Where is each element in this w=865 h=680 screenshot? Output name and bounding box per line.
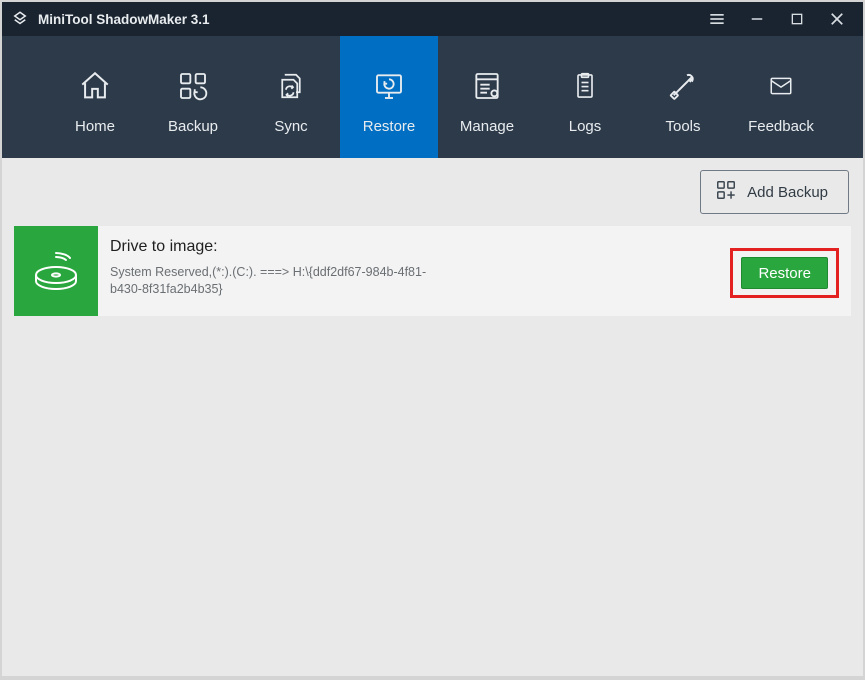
close-icon[interactable]	[817, 2, 857, 36]
app-window: MiniTool ShadowMaker 3.1 Home Backup	[2, 2, 863, 676]
restore-highlight: Restore	[730, 248, 839, 298]
toolbar: Add Backup	[14, 158, 851, 226]
menu-icon[interactable]	[697, 2, 737, 36]
nav-label: Feedback	[748, 118, 814, 135]
nav-logs[interactable]: Logs	[536, 36, 634, 158]
feedback-icon	[764, 68, 798, 104]
nav-label: Manage	[460, 118, 514, 135]
nav-home[interactable]: Home	[46, 36, 144, 158]
main-nav: Home Backup Sync Restore Manage	[2, 36, 863, 158]
entry-detail: System Reserved,(*:).(C:). ===> H:\{ddf2…	[110, 264, 440, 298]
nav-manage[interactable]: Manage	[438, 36, 536, 158]
minimize-icon[interactable]	[737, 2, 777, 36]
main-area: Add Backup Drive to image: System Reserv…	[2, 158, 863, 676]
restore-button[interactable]: Restore	[741, 257, 828, 289]
add-backup-button[interactable]: Add Backup	[700, 170, 849, 214]
nav-label: Tools	[665, 118, 700, 135]
logs-icon	[571, 68, 599, 104]
drive-icon	[14, 226, 98, 316]
nav-sync[interactable]: Sync	[242, 36, 340, 158]
app-title: MiniTool ShadowMaker 3.1	[38, 12, 697, 27]
nav-restore[interactable]: Restore	[340, 36, 438, 158]
backup-entry: Drive to image: System Reserved,(*:).(C:…	[14, 226, 851, 316]
home-icon	[78, 68, 112, 104]
manage-icon	[471, 68, 503, 104]
nav-label: Restore	[363, 118, 416, 135]
entry-title: Drive to image:	[110, 238, 730, 256]
nav-label: Backup	[168, 118, 218, 135]
restore-icon	[371, 68, 407, 104]
backup-icon	[177, 68, 209, 104]
app-logo-icon	[10, 9, 30, 29]
grid-plus-icon	[715, 179, 737, 205]
sync-icon	[276, 68, 306, 104]
nav-label: Home	[75, 118, 115, 135]
nav-feedback[interactable]: Feedback	[732, 36, 830, 158]
entry-body: Drive to image: System Reserved,(*:).(C:…	[98, 226, 851, 316]
nav-tools[interactable]: Tools	[634, 36, 732, 158]
nav-label: Logs	[569, 118, 602, 135]
entry-actions: Restore	[730, 238, 839, 308]
maximize-icon[interactable]	[777, 2, 817, 36]
tools-icon	[667, 68, 699, 104]
nav-label: Sync	[274, 118, 307, 135]
nav-backup[interactable]: Backup	[144, 36, 242, 158]
titlebar: MiniTool ShadowMaker 3.1	[2, 2, 863, 36]
add-backup-label: Add Backup	[747, 184, 828, 201]
entry-text: Drive to image: System Reserved,(*:).(C:…	[110, 238, 730, 308]
